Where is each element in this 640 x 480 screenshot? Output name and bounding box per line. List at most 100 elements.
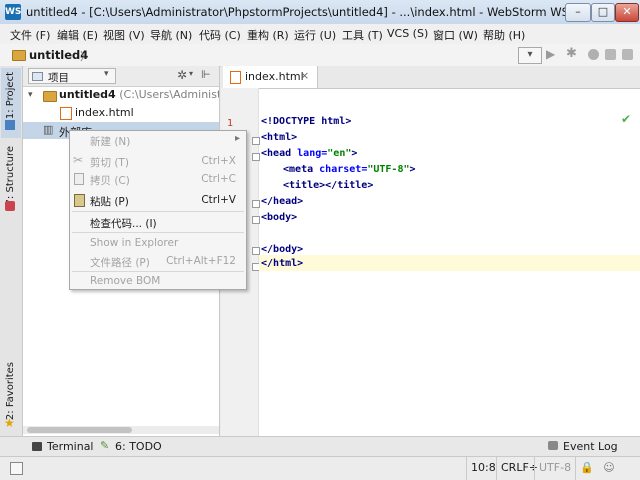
todo-tab[interactable]: 6: TODO xyxy=(115,440,162,453)
ctx-cut[interactable]: ✂ 剪切 (T) Ctrl+X xyxy=(70,152,246,171)
webstorm-logo-icon: WS xyxy=(5,4,21,20)
project-folder-icon xyxy=(43,91,57,102)
structure-tool-tab[interactable]: 7: Structure xyxy=(5,146,16,205)
inspector-icon[interactable]: ☺ xyxy=(603,461,614,474)
menu-window[interactable]: 窗口 (W) xyxy=(433,27,478,43)
code-line[interactable]: <meta charset="UTF-8"> xyxy=(283,162,416,178)
code-token: meta xyxy=(289,164,314,175)
tree-project-name: untitled4 xyxy=(59,88,116,101)
tab-index-html[interactable]: index.html × xyxy=(223,66,318,88)
code-line[interactable]: <title></title> xyxy=(283,178,373,194)
context-menu: 新建 (N) ▸ ✂ 剪切 (T) Ctrl+X 拷贝 (C) Ctrl+C 粘… xyxy=(69,130,247,290)
ctx-paste[interactable]: 粘贴 (P) Ctrl+V xyxy=(70,191,246,210)
tool-windows-icon[interactable] xyxy=(10,462,23,475)
current-line-highlight xyxy=(259,255,640,271)
ctx-show-in-explorer[interactable]: Show in Explorer xyxy=(70,234,246,253)
code-line[interactable]: <head lang="en"> xyxy=(261,146,357,162)
code-token: > xyxy=(291,212,298,223)
code-token: > xyxy=(297,258,304,269)
maximize-button[interactable]: □ xyxy=(591,3,615,22)
scrollbar-thumb[interactable] xyxy=(27,427,132,433)
file-encoding[interactable]: UTF-8 xyxy=(534,457,575,480)
run-config-dropdown[interactable]: ▾ xyxy=(518,47,542,64)
todo-icon: ✎ xyxy=(100,439,110,452)
menu-file[interactable]: 文件 (F) xyxy=(10,27,50,43)
fold-marker-icon[interactable] xyxy=(252,137,260,145)
close-button[interactable]: ✕ xyxy=(615,3,639,22)
fold-marker-icon[interactable] xyxy=(252,200,260,208)
menu-run[interactable]: 运行 (U) xyxy=(294,27,336,43)
favorites-tool-tab[interactable]: 2: Favorites xyxy=(5,362,16,420)
horizontal-scrollbar[interactable] xyxy=(23,426,219,434)
menu-view[interactable]: 视图 (V) xyxy=(103,27,145,43)
code-line[interactable]: </head> xyxy=(261,194,303,210)
code-token: </ xyxy=(261,244,274,255)
ctx-remove-bom[interactable]: Remove BOM xyxy=(70,272,246,291)
tab-label: index.html xyxy=(245,70,304,83)
code-token: charset xyxy=(319,164,362,175)
editor-area: index.html × 1 ✔ <!DOCTYPE html> <html> … xyxy=(221,66,640,436)
code-token: > xyxy=(291,132,298,143)
minimize-button[interactable]: – xyxy=(565,3,591,22)
collapse-icon[interactable]: ⊩ xyxy=(201,68,211,81)
terminal-tab[interactable]: Terminal xyxy=(47,440,94,453)
status-bar: 10:8 CRLF÷ UTF-8 🔒 ☺ xyxy=(0,456,640,480)
code-line[interactable]: <html> xyxy=(261,130,297,146)
code-token: </ xyxy=(261,196,274,207)
code-token: title xyxy=(337,180,368,191)
code-token: html xyxy=(321,116,346,127)
ctx-new[interactable]: 新建 (N) ▸ xyxy=(70,131,246,150)
fold-marker-icon[interactable] xyxy=(252,247,260,255)
copy-icon xyxy=(74,173,84,185)
tab-close-icon[interactable]: × xyxy=(300,69,309,82)
tree-item-index-html[interactable]: index.html xyxy=(75,106,134,119)
view-icon xyxy=(32,72,43,81)
debug-icon[interactable]: ✱ xyxy=(566,46,577,61)
html-file-icon xyxy=(230,71,241,84)
bottom-tool-bar: Terminal ✎ 6: TODO Event Log xyxy=(0,436,640,457)
sdk-icon[interactable] xyxy=(622,49,633,60)
project-view-label: 项目 xyxy=(48,72,69,84)
fold-marker-icon[interactable] xyxy=(252,153,260,161)
library-icon: ▥ xyxy=(43,123,54,136)
tree-expand-icon[interactable]: ▾ xyxy=(28,90,33,100)
menu-edit[interactable]: 编辑 (E) xyxy=(57,27,98,43)
run-icon[interactable]: ▶ xyxy=(546,47,555,61)
status-icons: 🔒 ☺ xyxy=(575,457,628,480)
fold-marker-icon[interactable] xyxy=(252,216,260,224)
gear-dropdown-icon[interactable]: ▾ xyxy=(189,69,193,78)
gear-icon[interactable]: ✲ xyxy=(177,68,187,82)
ctx-file-path[interactable]: 文件路径 (P) Ctrl+Alt+F12 xyxy=(70,252,246,271)
menu-refactor[interactable]: 重构 (R) xyxy=(247,27,289,43)
tree-item-project[interactable]: untitled4 (C:\Users\Administrato xyxy=(59,88,219,101)
window-title: untitled4 - [C:\Users\Administrator\Phps… xyxy=(26,5,621,19)
menu-tools[interactable]: 工具 (T) xyxy=(342,27,383,43)
paste-icon xyxy=(74,194,85,207)
code-token: > xyxy=(297,196,304,207)
scissors-icon: ✂ xyxy=(73,153,84,167)
editor-tab-bar: index.html × xyxy=(221,66,640,89)
ctx-filepath-shortcut: Ctrl+Alt+F12 xyxy=(166,255,236,267)
caret-position[interactable]: 10:8 xyxy=(466,457,500,480)
code-line[interactable]: <!DOCTYPE html> xyxy=(261,114,351,130)
settings-icon[interactable] xyxy=(605,49,616,60)
code-line[interactable]: </html> xyxy=(261,256,303,272)
project-view-selector[interactable]: 项目 ▾ xyxy=(28,68,116,84)
lock-icon[interactable]: 🔒 xyxy=(580,461,594,474)
code-token: > xyxy=(351,148,358,159)
coverage-icon[interactable] xyxy=(588,49,599,60)
event-log-tab[interactable]: Event Log xyxy=(563,440,618,453)
menu-vcs[interactable]: VCS (S) xyxy=(387,27,428,40)
ctx-copy[interactable]: 拷贝 (C) Ctrl+C xyxy=(70,170,246,189)
code-line[interactable]: <body> xyxy=(261,210,297,226)
menu-navigate[interactable]: 导航 (N) xyxy=(150,27,192,43)
ctx-inspect-code[interactable]: 检查代码... (I) xyxy=(70,213,246,232)
menu-help[interactable]: 帮助 (H) xyxy=(483,27,525,43)
ctx-inspect-label: 检查代码... (I) xyxy=(90,218,157,230)
code-token: > xyxy=(409,164,416,175)
menu-code[interactable]: 代码 (C) xyxy=(199,27,241,43)
code-token: "en" xyxy=(327,148,352,159)
structure-icon xyxy=(5,201,15,211)
code-token: lang xyxy=(297,148,322,159)
project-tool-label: 1: Project xyxy=(5,72,16,120)
